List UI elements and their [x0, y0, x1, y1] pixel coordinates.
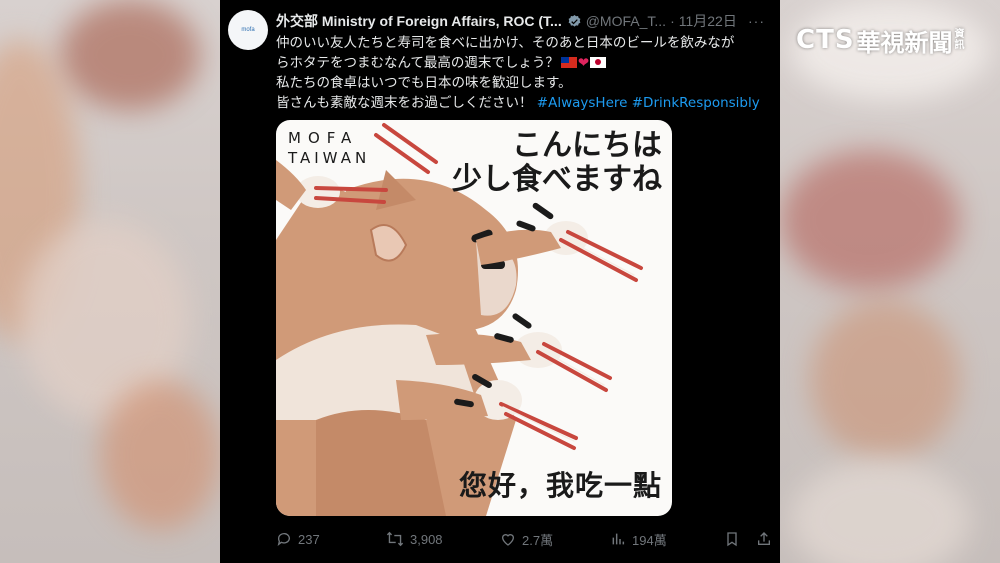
tweet-date[interactable]: 11月22日 — [679, 11, 737, 31]
action-bar: 237 3,908 2.7萬 194萬 — [276, 526, 772, 552]
heart-emoji: ❤ — [577, 55, 590, 71]
japanese-greeting: こんにちは — [512, 128, 662, 163]
watermark-name: 華視新聞 — [856, 28, 953, 57]
views-icon — [612, 533, 625, 545]
action-bar-end — [724, 531, 772, 547]
logo-line-2: TAIWAN — [288, 149, 371, 167]
chinese-caption: 您好，我吃一點 — [458, 469, 662, 502]
tweet-line-2: らホタテをつまむなんて最高の週末でしょう？ ❤ — [276, 53, 776, 73]
separator-dot: · — [670, 13, 675, 29]
tweet-line-4-text: 皆さんも素敵な週末をお過ごしください！ — [276, 95, 533, 111]
japan-flag-icon — [590, 57, 607, 68]
verified-badge-icon — [567, 14, 582, 29]
bookmark-icon[interactable] — [724, 531, 740, 547]
watermark-brand: CTS — [796, 25, 855, 55]
avatar-text: mofa — [241, 27, 255, 33]
tweet-text: 仲のいい友人たちと寿司を食べに出かけ、そのあと日本のビールを飲みなが らホタテを… — [276, 33, 776, 113]
like-count: 2.7萬 — [522, 532, 554, 548]
blurred-background-right — [780, 0, 1000, 563]
tweet-header: 外交部 Ministry of Foreign Affairs, ROC (T.… — [276, 11, 771, 31]
like-icon — [501, 534, 515, 546]
tweet-line-2-text: らホタテをつまむなんて最高の週末でしょう？ — [276, 55, 559, 71]
reply-button[interactable]: 237 — [276, 531, 386, 547]
tweet-line-1: 仲のいい友人たちと寿司を食べに出かけ、そのあと日本のビールを飲みなが — [276, 35, 735, 51]
retweet-button[interactable]: 3,908 — [386, 531, 500, 547]
reply-icon — [277, 533, 290, 546]
hashtag-alwayshere[interactable]: #AlwaysHere — [537, 95, 628, 111]
retweet-count: 3,908 — [410, 531, 443, 547]
taiwan-flag-icon — [560, 57, 577, 68]
author-handle[interactable]: @MOFA_T... — [586, 13, 666, 29]
hashtag-drinkresponsibly[interactable]: #DrinkResponsibly — [632, 95, 760, 111]
share-icon[interactable] — [756, 531, 772, 547]
logo-line-1: MOFA — [288, 129, 359, 147]
author-avatar[interactable]: mofa — [228, 10, 268, 50]
like-button[interactable]: 2.7萬 — [500, 530, 610, 549]
tweet-image[interactable]: MOFA TAIWAN こんにちは 少し食べますね 您好，我吃一點 — [276, 120, 672, 516]
japanese-caption: 少し食べますね — [452, 162, 662, 197]
author-name[interactable]: 外交部 Ministry of Foreign Affairs, ROC (T.… — [276, 11, 562, 31]
views-count: 194萬 — [632, 532, 667, 548]
more-options-icon[interactable]: ··· — [748, 13, 765, 29]
retweet-icon — [386, 531, 404, 547]
watermark-small: 資訊 — [954, 29, 965, 51]
reply-count: 237 — [298, 531, 320, 547]
tweet-card[interactable]: mofa 外交部 Ministry of Foreign Affairs, RO… — [220, 0, 780, 563]
mofa-logo: MOFA TAIWAN — [288, 128, 370, 168]
views-button[interactable]: 194萬 — [610, 530, 720, 549]
blurred-background-left — [0, 0, 220, 563]
tweet-line-3: 私たちの食卓はいつでも日本の味を歓迎します。 — [276, 75, 572, 91]
tweet-line-4: 皆さんも素敵な週末をお過ごしください！ #AlwaysHere #DrinkRe… — [276, 93, 776, 113]
cts-watermark: CTS 華視新聞 資訊 — [796, 24, 967, 57]
